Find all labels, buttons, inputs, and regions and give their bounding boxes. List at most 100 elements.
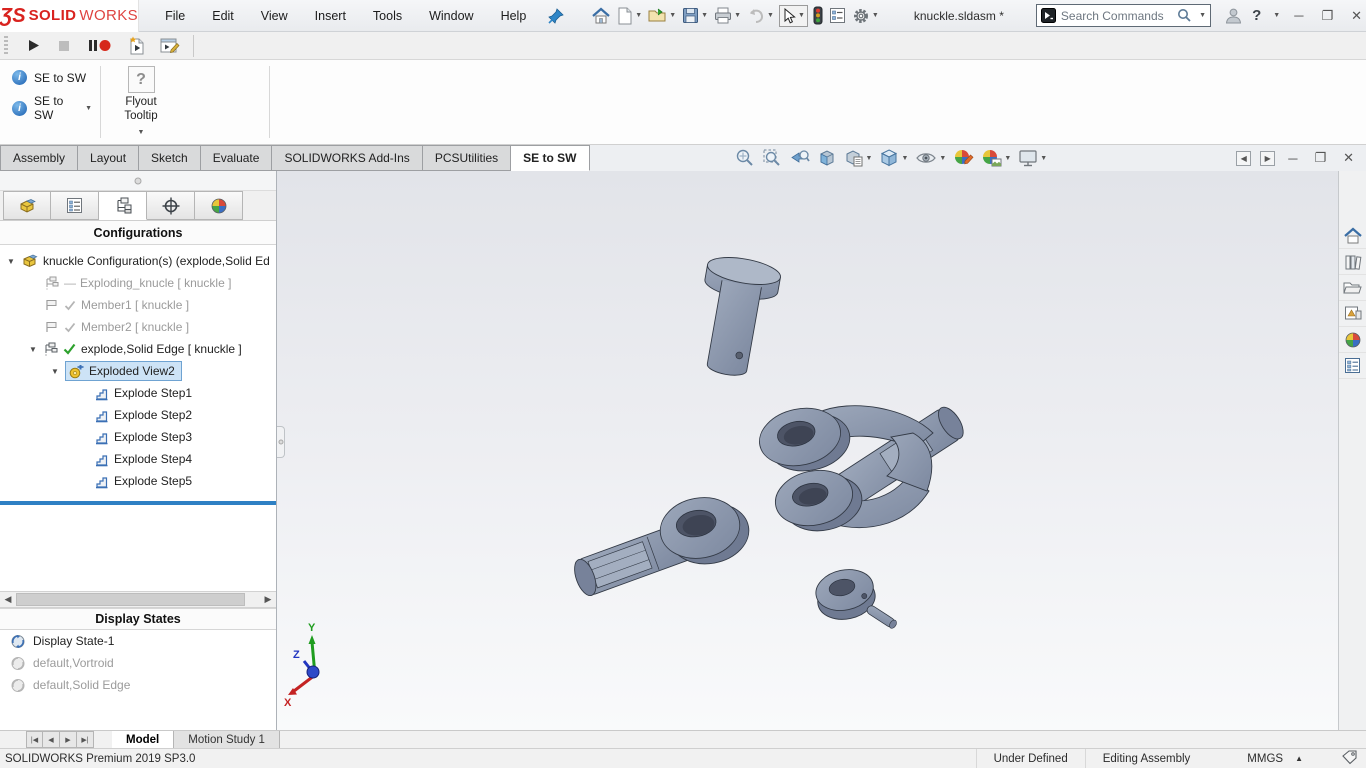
scroll-right-icon[interactable]: ▶ [260,592,276,607]
previous-view-icon[interactable] [789,148,810,168]
dropdown-arrow[interactable]: ▼ [1040,155,1047,162]
dropdown-arrow[interactable]: ▼ [866,155,873,162]
play-macro-icon[interactable] [26,37,41,54]
custom-properties-icon[interactable] [1339,353,1366,379]
menu-help[interactable]: Help [501,9,527,23]
view-settings-icon[interactable]: ▼ [1018,149,1047,167]
new-macro-icon[interactable] [127,34,147,57]
select-cursor-icon[interactable]: ▼ [779,5,808,27]
tree-row-member1[interactable]: Member1 [ knuckle ] [0,294,276,316]
menu-edit[interactable]: Edit [212,9,234,23]
part-yoke[interactable] [754,399,968,539]
tree-row-explode-step2[interactable]: Explode Step2 [0,404,276,426]
expand-caret-icon[interactable]: ▼ [6,257,16,266]
dropdown-arrow[interactable]: ▼ [701,12,708,19]
display-state-row-3[interactable]: default,Solid Edge [0,674,276,696]
feature-manager-tab[interactable] [3,191,51,220]
previous-window-icon[interactable]: ◀ [1236,151,1251,166]
horizontal-scrollbar[interactable]: ◀ ▶ [0,591,276,608]
next-tab-icon[interactable]: ▶ [60,731,77,748]
save-icon[interactable]: ▼ [681,5,709,26]
doc-restore-icon[interactable]: ❐ [1310,150,1330,166]
last-tab-icon[interactable]: ▶| [77,731,94,748]
dropdown-arrow[interactable]: ▼ [635,12,642,19]
tree-row-explode-solid-edge[interactable]: ▼ explode,Solid Edge [ knuckle ] [0,338,276,360]
dropdown-arrow[interactable]: ▼ [1004,155,1011,162]
tag-icon[interactable] [1320,750,1366,768]
toolbar-drag-handle[interactable] [4,36,8,56]
solidworks-resources-icon[interactable] [1339,223,1366,249]
help-dropdown-arrow[interactable]: ▼ [1273,12,1280,19]
search-dropdown-arrow[interactable]: ▼ [1199,12,1206,19]
edit-appearance-icon[interactable] [953,148,974,168]
display-manager-tab[interactable] [195,191,243,220]
flyout-tooltip-button[interactable]: ? Flyout Tooltip ▼ [109,60,173,144]
first-tab-icon[interactable]: |◀ [26,731,43,748]
expand-caret-icon[interactable]: ▼ [50,367,60,376]
dropdown-arrow[interactable]: ▼ [798,12,805,19]
viewport-splitter-handle[interactable] [277,426,285,458]
scrollbar-thumb[interactable] [16,593,245,606]
dropdown-arrow[interactable]: ▼ [85,105,92,112]
selected-tree-item[interactable]: Exploded View2 [65,361,182,381]
model-tab[interactable]: Model [112,731,174,748]
tree-row-explode-step1[interactable]: Explode Step1 [0,382,276,404]
menu-window[interactable]: Window [429,9,473,23]
open-icon[interactable]: ▼ [647,5,677,26]
home-icon[interactable] [590,5,612,27]
doc-close-icon[interactable]: ✕ [1339,150,1358,166]
print-icon[interactable]: ▼ [713,5,742,26]
appearances-scenes-icon[interactable] [1339,327,1366,353]
se-to-sw-button-2[interactable]: i SE to SW ▼ [12,94,92,122]
menu-file[interactable]: File [165,9,185,23]
graphics-viewport[interactable]: Y X Z [277,171,1338,730]
dropdown-arrow[interactable]: ▼ [901,155,908,162]
units-dropdown-icon[interactable]: ▲ [1295,754,1303,763]
dropdown-arrow[interactable]: ▼ [734,12,741,19]
search-commands-box[interactable]: Search Commands ▼ [1036,4,1211,27]
annotation-views-icon[interactable]: ▼ [844,148,873,168]
scrollbar-track[interactable] [16,592,260,607]
menu-view[interactable]: View [261,9,288,23]
search-input[interactable]: Search Commands [1061,9,1172,23]
part-rod-end[interactable] [570,490,753,598]
search-icon[interactable] [1177,8,1192,23]
help-icon[interactable]: ? [1252,7,1261,24]
options-list-icon[interactable] [828,5,847,26]
motion-study-tab[interactable]: Motion Study 1 [174,731,280,748]
tree-row-knuckle-configurations[interactable]: ▼ knuckle Configuration(s) (explode,Soli… [0,250,276,272]
user-account-icon[interactable] [1225,7,1242,24]
display-state-row-1[interactable]: Display State-1 [0,630,276,652]
configuration-manager-tab[interactable] [99,191,147,220]
menu-pin-icon[interactable] [548,8,564,24]
tab-assembly[interactable]: Assembly [0,145,78,171]
scroll-left-icon[interactable]: ◀ [0,592,16,607]
se-to-sw-button-1[interactable]: i SE to SW [12,70,92,85]
menu-tools[interactable]: Tools [373,9,402,23]
tab-solidworks-add-ins[interactable]: SOLIDWORKS Add-Ins [272,145,422,171]
minimize-window-icon[interactable]: ─ [1290,8,1307,23]
part-dowel-pin[interactable] [865,604,898,630]
tab-sketch[interactable]: Sketch [139,145,201,171]
zoom-to-fit-icon[interactable] [735,148,755,168]
previous-tab-icon[interactable]: ◀ [43,731,60,748]
part-clevis-pin[interactable] [689,253,782,381]
dropdown-arrow[interactable]: ▼ [939,155,946,162]
view-orientation-icon[interactable]: ▼ [879,148,908,168]
tree-row-member2[interactable]: Member2 [ knuckle ] [0,316,276,338]
menu-insert[interactable]: Insert [315,9,346,23]
zoom-to-area-icon[interactable] [762,148,782,168]
settings-gear-icon[interactable]: ▼ [851,5,880,27]
new-document-icon[interactable]: ▼ [616,5,643,27]
next-window-icon[interactable]: ▶ [1260,151,1275,166]
units-selector[interactable]: MMGS ▲ [1207,749,1320,768]
display-state-row-2[interactable]: default,Vortroid [0,652,276,674]
hide-show-items-icon[interactable]: ▼ [915,149,946,167]
pause-record-macro-icon[interactable] [87,37,113,54]
tree-row-exploded-view2[interactable]: ▼ Exploded View2 [0,360,276,382]
close-window-icon[interactable]: ✕ [1347,8,1366,24]
edit-macro-icon[interactable] [159,35,181,57]
design-library-icon[interactable] [1339,249,1366,275]
view-palette-icon[interactable] [1339,301,1366,327]
part-collar[interactable] [812,564,879,624]
